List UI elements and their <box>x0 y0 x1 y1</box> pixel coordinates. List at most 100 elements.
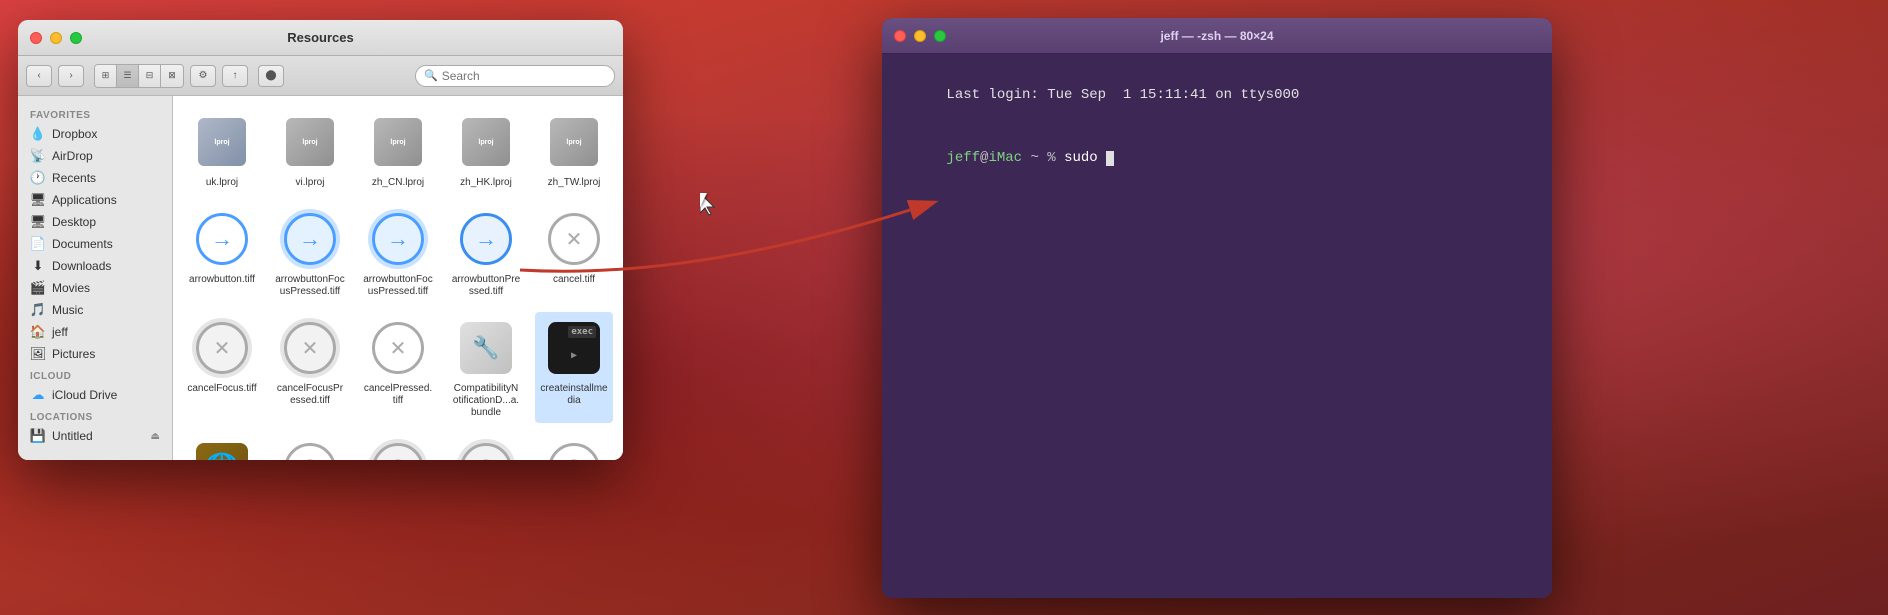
file-icon-container: 🌐 <box>190 437 254 460</box>
file-label: CompatibilityNotificationD...a.bundle <box>451 383 521 419</box>
list-item[interactable]: lproj zh_TW.lproj <box>535 106 613 193</box>
applications-icon: 🖥 <box>30 192 46 208</box>
sidebar-item-label: Recents <box>52 171 96 185</box>
pictures-icon: 🖼 <box>30 346 46 362</box>
file-icon-container <box>190 207 254 271</box>
file-icon-container: 🔧 <box>454 316 518 380</box>
list-item[interactable]: exec ▶ createinstallmedia <box>535 312 613 423</box>
terminal-prompt-line: jeff@iMac ~ % sudo <box>896 127 1538 190</box>
terminal-maximize-button[interactable] <box>934 30 946 42</box>
finder-body: Favorites 💧 Dropbox 📡 AirDrop 🕐 Recents … <box>18 96 623 460</box>
sidebar-item-label: Movies <box>52 281 90 295</box>
list-item[interactable]: cancelFocus.tiff <box>183 312 261 423</box>
finder-sidebar: Favorites 💧 Dropbox 📡 AirDrop 🕐 Recents … <box>18 96 173 460</box>
gallery-view-button[interactable]: ⊠ <box>161 65 183 87</box>
sidebar-item-music[interactable]: 🎵 Music <box>18 299 172 321</box>
bundle-icon: 🔧 <box>460 322 512 374</box>
cancel-icon <box>548 213 600 265</box>
list-view-button[interactable]: ☰ <box>117 65 139 87</box>
finder-toolbar: ‹ › ⊞ ☰ ⊟ ⊠ ⚙ ↑ ⬤ 🔍 <box>18 56 623 96</box>
sidebar-item-applications[interactable]: 🖥 Applications <box>18 189 172 211</box>
forward-button[interactable]: › <box>58 65 84 87</box>
file-icon-container <box>366 207 430 271</box>
lproj-icon: lproj <box>374 118 422 166</box>
terminal-cursor <box>1106 151 1114 166</box>
list-item[interactable]: 🌐 InstallAssistant.icns <box>183 433 261 460</box>
list-item[interactable]: 🔧 CompatibilityNotificationD...a.bundle <box>447 312 525 423</box>
list-item[interactable]: moreInfoPressed.tiff <box>535 433 613 460</box>
list-item[interactable]: lproj zh_CN.lproj <box>359 106 437 193</box>
file-label: arrowbuttonFocusPressed.tiff <box>363 274 433 298</box>
arrow-focus-icon <box>284 213 336 265</box>
list-item[interactable]: lproj uk.lproj <box>183 106 261 193</box>
list-item[interactable]: cancelPressed.tiff <box>359 312 437 423</box>
info-press-icon <box>548 443 600 460</box>
sidebar-item-movies[interactable]: 🎬 Movies <box>18 277 172 299</box>
search-box[interactable]: 🔍 <box>415 65 615 87</box>
file-label: uk.lproj <box>206 177 238 189</box>
cancel-press-icon <box>372 322 424 374</box>
airdrop-icon: 📡 <box>30 148 46 164</box>
sidebar-item-downloads[interactable]: ⬇ Downloads <box>18 255 172 277</box>
cancel-focus-icon <box>196 322 248 374</box>
search-icon: 🔍 <box>424 69 438 82</box>
eject-icon[interactable]: ⏏ <box>151 431 160 442</box>
terminal-body[interactable]: Last login: Tue Sep 1 15:11:41 on ttys00… <box>882 54 1552 598</box>
sidebar-item-dropbox[interactable]: 💧 Dropbox <box>18 123 172 145</box>
terminal-path-space: ~ % <box>1022 150 1064 166</box>
search-input[interactable] <box>442 69 606 83</box>
icon-view-button[interactable]: ⊞ <box>95 65 117 87</box>
file-label: cancel.tiff <box>553 274 595 286</box>
finder-maximize-button[interactable] <box>70 32 82 44</box>
sidebar-item-label: Untitled <box>52 429 93 443</box>
info-focus-icon <box>372 443 424 460</box>
locations-header: Locations <box>18 406 172 425</box>
list-item[interactable]: arrowbuttonFocusPressed.tiff <box>359 203 437 302</box>
action-button[interactable]: ⚙ <box>190 65 216 87</box>
sidebar-item-documents[interactable]: 📄 Documents <box>18 233 172 255</box>
file-icon-container <box>278 207 342 271</box>
list-item[interactable]: arrowbuttonPressed.tiff <box>447 203 525 302</box>
list-item[interactable]: moreInfoFocusPressed.tiff <box>447 433 525 460</box>
sidebar-item-pictures[interactable]: 🖼 Pictures <box>18 343 172 365</box>
list-item[interactable]: arrowbuttonFocusPressed.tiff <box>271 203 349 302</box>
list-item[interactable]: cancelFocusPressed.tiff <box>271 312 349 423</box>
file-label: cancelPressed.tiff <box>363 383 433 407</box>
exec-icon: exec ▶ <box>548 322 600 374</box>
file-icon-container <box>454 437 518 460</box>
finder-window: Resources ‹ › ⊞ ☰ ⊟ ⊠ ⚙ ↑ ⬤ 🔍 Favorites … <box>18 20 623 460</box>
sidebar-item-label: Pictures <box>52 347 95 361</box>
tags-button[interactable]: ⬤ <box>258 65 284 87</box>
file-label: zh_TW.lproj <box>548 177 601 189</box>
view-mode-group: ⊞ ☰ ⊟ ⊠ <box>94 64 184 88</box>
file-label: zh_CN.lproj <box>372 177 424 189</box>
desktop-icon: 🖥 <box>30 214 46 230</box>
sidebar-item-airdrop[interactable]: 📡 AirDrop <box>18 145 172 167</box>
sidebar-item-jeff[interactable]: 🏠 jeff <box>18 321 172 343</box>
terminal-close-button[interactable] <box>894 30 906 42</box>
sidebar-item-recents[interactable]: 🕐 Recents <box>18 167 172 189</box>
list-item[interactable]: moreInfo.tiff <box>271 433 349 460</box>
terminal-last-login: Last login: Tue Sep 1 15:11:41 on ttys00… <box>896 64 1538 127</box>
file-icon-container: lproj <box>542 110 606 174</box>
arrow-focus2-icon <box>372 213 424 265</box>
list-item[interactable]: cancel.tiff <box>535 203 613 302</box>
file-icon-container <box>366 316 430 380</box>
back-button[interactable]: ‹ <box>26 65 52 87</box>
finder-close-button[interactable] <box>30 32 42 44</box>
column-view-button[interactable]: ⊟ <box>139 65 161 87</box>
file-icon-container <box>542 437 606 460</box>
list-item[interactable]: moreInfoFocus.tiff <box>359 433 437 460</box>
list-item[interactable]: lproj zh_HK.lproj <box>447 106 525 193</box>
file-icon-container <box>278 437 342 460</box>
sidebar-item-icloud-drive[interactable]: ☁ iCloud Drive <box>18 384 172 406</box>
terminal-minimize-button[interactable] <box>914 30 926 42</box>
sidebar-item-desktop[interactable]: 🖥 Desktop <box>18 211 172 233</box>
file-label: arrowbuttonFocusPressed.tiff <box>275 274 345 298</box>
list-item[interactable]: lproj vi.lproj <box>271 106 349 193</box>
drive-icon: 💾 <box>30 428 46 444</box>
sidebar-item-untitled[interactable]: 💾 Untitled ⏏ <box>18 425 172 447</box>
list-item[interactable]: arrowbutton.tiff <box>183 203 261 302</box>
finder-minimize-button[interactable] <box>50 32 62 44</box>
share-button[interactable]: ↑ <box>222 65 248 87</box>
